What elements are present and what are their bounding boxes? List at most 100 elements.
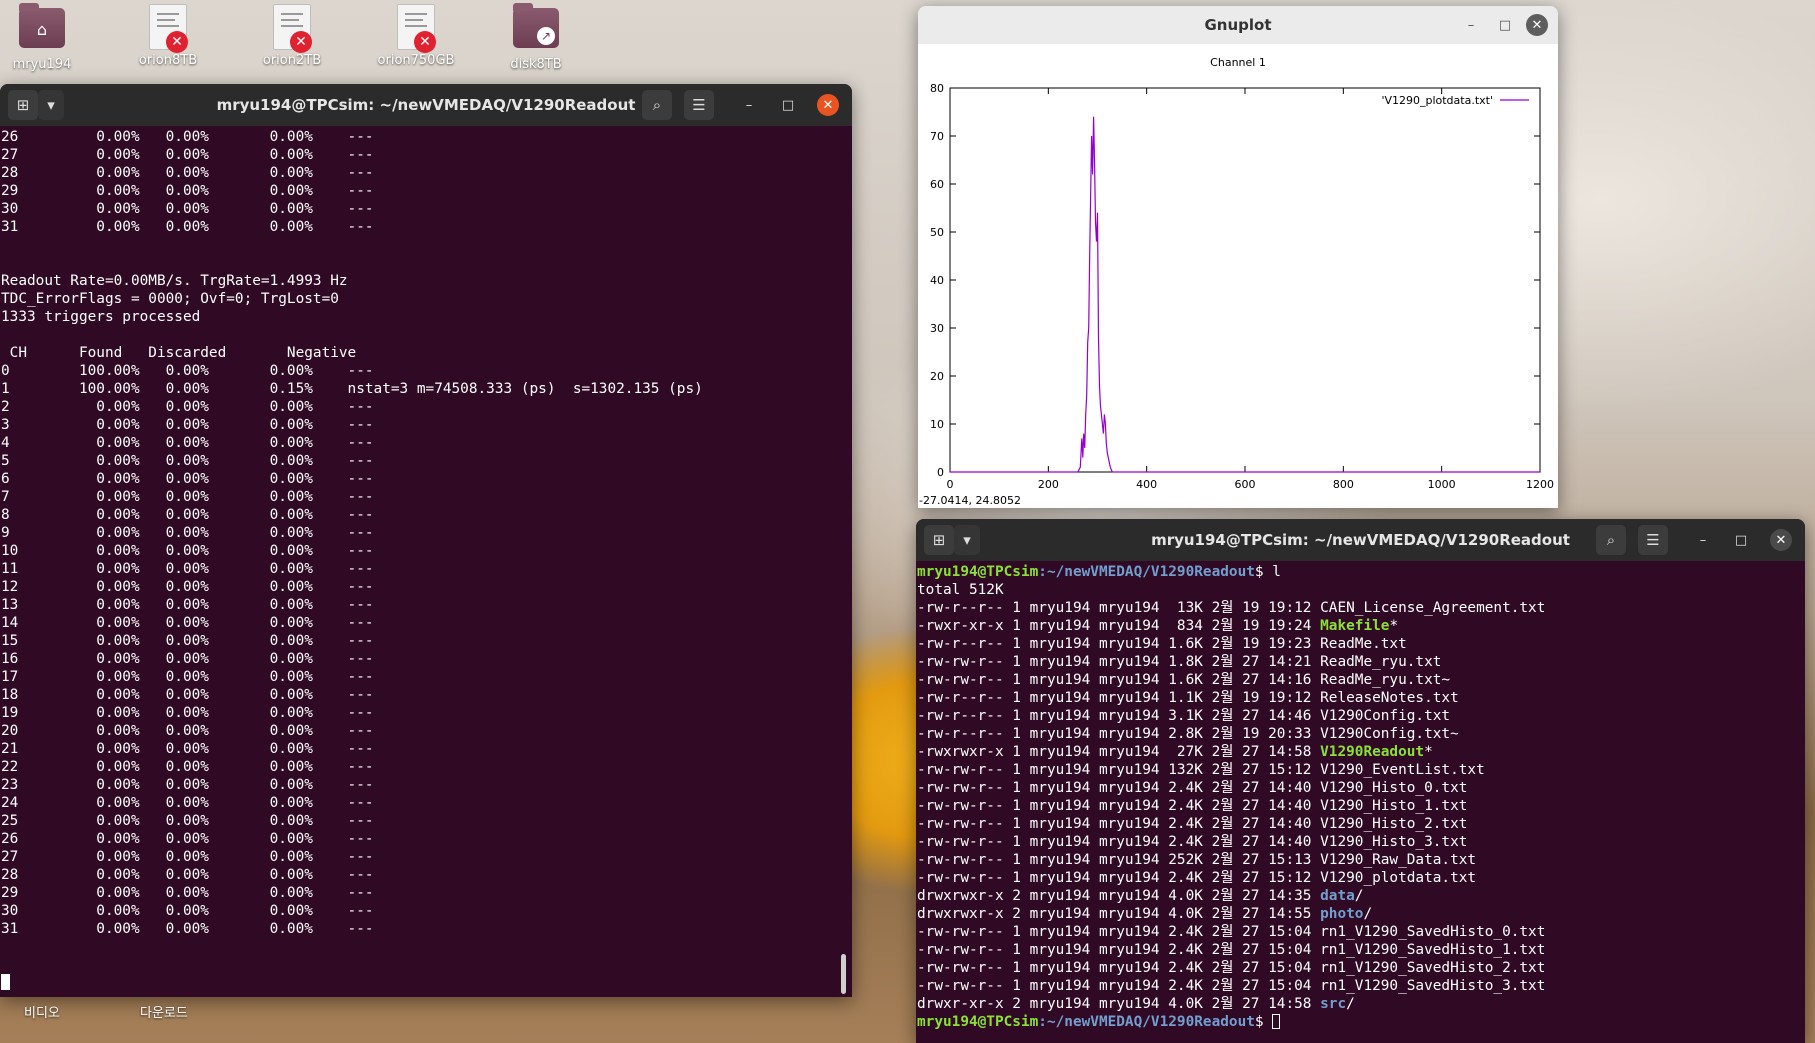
file-name[interactable]: ReleaseNotes.txt: [1320, 690, 1459, 706]
channel-row: 2 0.00% 0.00% 0.00% ---: [1, 399, 374, 415]
file-listing-row: drwxrwxr-x 2 mryu194 mryu194 4.0K 2월 27 …: [917, 888, 1364, 904]
maximize-icon[interactable]: □: [1494, 14, 1516, 36]
channel-row: 24 0.00% 0.00% 0.00% ---: [1, 795, 374, 811]
y-tick-label: 30: [930, 322, 944, 335]
channel-row: 29 0.00% 0.00% 0.00% ---: [1, 885, 374, 901]
file-listing-row: -rw-rw-r-- 1 mryu194 mryu194 1.8K 2월 27 …: [917, 654, 1442, 670]
x-tick-label: 600: [1235, 478, 1256, 491]
channel-row: 31 0.00% 0.00% 0.00% ---: [1, 219, 374, 235]
file-listing-row: -rw-r--r-- 1 mryu194 mryu194 3.1K 2월 27 …: [917, 708, 1451, 724]
series-line: [950, 116, 1540, 473]
terminal-titlebar[interactable]: ⊞ ▾ mryu194@TPCsim: ~/newVMEDAQ/V1290Rea…: [0, 84, 852, 126]
maximize-icon[interactable]: □: [777, 94, 799, 116]
x-tick-label: 1200: [1526, 478, 1554, 491]
desktop-icon[interactable]: ✕ orion750GB: [366, 4, 466, 68]
file-name[interactable]: rn1_V1290_SavedHisto_0.txt: [1320, 924, 1545, 940]
window-title: mryu194@TPCsim: ~/newVMEDAQ/V1290Readout: [216, 96, 636, 114]
new-tab-icon[interactable]: ⊞: [924, 525, 954, 555]
channel-row: 5 0.00% 0.00% 0.00% ---: [1, 453, 374, 469]
desktop-icon[interactable]: ✕ orion8TB: [118, 4, 218, 68]
close-icon[interactable]: ✕: [1526, 14, 1548, 36]
chevron-down-icon[interactable]: ▾: [954, 525, 980, 555]
desktop-icon[interactable]: ✕ orion2TB: [242, 4, 342, 68]
file-name[interactable]: V1290_Histo_2.txt: [1320, 816, 1467, 832]
x-tick-label: 1000: [1428, 478, 1456, 491]
terminal-titlebar[interactable]: ⊞ ▾ mryu194@TPCsim: ~/newVMEDAQ/V1290Rea…: [916, 519, 1805, 561]
close-icon[interactable]: ✕: [817, 94, 839, 116]
file-name[interactable]: src: [1320, 996, 1346, 1012]
desktop-icon[interactable]: ⌂ mryu194: [0, 3, 92, 72]
file-name[interactable]: ReadMe_ryu.txt~: [1320, 672, 1450, 688]
channel-row: 27 0.00% 0.00% 0.00% ---: [1, 147, 374, 163]
chevron-down-icon[interactable]: ▾: [38, 90, 64, 120]
file-name[interactable]: CAEN_License_Agreement.txt: [1320, 600, 1545, 616]
terminal-output[interactable]: 26 0.00% 0.00% 0.00% --- 27 0.00% 0.00% 0…: [0, 126, 852, 992]
file-listing-row: -rw-rw-r-- 1 mryu194 mryu194 2.4K 2월 27 …: [917, 816, 1468, 832]
file-name[interactable]: V1290_EventList.txt: [1320, 762, 1485, 778]
plot-canvas[interactable]: Channel 1 0 200 400 600 800 1000 1200 0 10 20 30 40…: [918, 44, 1558, 508]
channel-row: 28 0.00% 0.00% 0.00% ---: [1, 165, 374, 181]
channel-row: 28 0.00% 0.00% 0.00% ---: [1, 867, 374, 883]
file-name[interactable]: photo: [1320, 906, 1363, 922]
desktop-label-downloads[interactable]: 다운로드: [140, 1002, 188, 1021]
file-name[interactable]: ReadMe.txt: [1320, 636, 1407, 652]
close-icon[interactable]: ✕: [1770, 529, 1792, 551]
file-name[interactable]: V1290Config.txt~: [1320, 726, 1459, 742]
hamburger-menu-icon[interactable]: ☰: [1638, 525, 1668, 555]
channel-row: 4 0.00% 0.00% 0.00% ---: [1, 435, 374, 451]
channel-row: 22 0.00% 0.00% 0.00% ---: [1, 759, 374, 775]
scrollbar-thumb[interactable]: [841, 954, 846, 994]
terminal-window-left[interactable]: ⊞ ▾ mryu194@TPCsim: ~/newVMEDAQ/V1290Rea…: [0, 84, 852, 997]
search-icon[interactable]: ⌕: [1596, 525, 1626, 555]
table-header: CH Found Discarded Negative: [1, 345, 357, 361]
channel-row: 26 0.00% 0.00% 0.00% ---: [1, 129, 374, 145]
minimize-icon[interactable]: –: [1692, 529, 1714, 551]
x-tick-label: 400: [1136, 478, 1157, 491]
text-cursor: [1, 974, 10, 990]
gnuplot-titlebar[interactable]: Gnuplot – □ ✕: [918, 6, 1558, 44]
file-listing-row: -rwxr-xr-x 1 mryu194 mryu194 834 2월 19 1…: [917, 618, 1399, 634]
gnuplot-window[interactable]: Gnuplot – □ ✕ Channel 1 0 200 400 600 800 100…: [918, 6, 1558, 508]
file-listing-row: drwxrwxr-x 2 mryu194 mryu194 4.0K 2월 27 …: [917, 906, 1373, 922]
channel-row: 18 0.00% 0.00% 0.00% ---: [1, 687, 374, 703]
channel-row: 19 0.00% 0.00% 0.00% ---: [1, 705, 374, 721]
terminal-output[interactable]: mryu194@TPCsim:~/newVMEDAQ/V1290Readout$…: [916, 561, 1805, 1031]
maximize-icon[interactable]: □: [1730, 529, 1752, 551]
file-name[interactable]: V1290Readout: [1320, 744, 1424, 760]
file-name[interactable]: ReadMe_ryu.txt: [1320, 654, 1441, 670]
file-name[interactable]: Makefile: [1320, 618, 1389, 634]
channel-row: 7 0.00% 0.00% 0.00% ---: [1, 489, 374, 505]
minimize-icon[interactable]: –: [1460, 14, 1482, 36]
listing-total: total 512K: [917, 582, 1004, 598]
chart-title: Channel 1: [1210, 56, 1266, 69]
desktop-label-videos[interactable]: 비디오: [24, 1002, 60, 1021]
terminal-window-right[interactable]: ⊞ ▾ mryu194@TPCsim: ~/newVMEDAQ/V1290Rea…: [916, 519, 1805, 1043]
file-name[interactable]: V1290_Histo_3.txt: [1320, 834, 1467, 850]
file-name[interactable]: rn1_V1290_SavedHisto_2.txt: [1320, 960, 1545, 976]
y-tick-label: 40: [930, 274, 944, 287]
minimize-icon[interactable]: –: [738, 94, 760, 116]
channel-row: 9 0.00% 0.00% 0.00% ---: [1, 525, 374, 541]
file-listing-row: -rw-rw-r-- 1 mryu194 mryu194 2.4K 2월 27 …: [917, 942, 1546, 958]
file-name[interactable]: rn1_V1290_SavedHisto_3.txt: [1320, 978, 1545, 994]
file-name[interactable]: V1290_Histo_0.txt: [1320, 780, 1467, 796]
hamburger-menu-icon[interactable]: ☰: [684, 90, 714, 120]
file-listing-row: -rw-r--r-- 1 mryu194 mryu194 1.6K 2월 19 …: [917, 636, 1407, 652]
file-name[interactable]: rn1_V1290_SavedHisto_1.txt: [1320, 942, 1545, 958]
status-line: 1333 triggers processed: [1, 309, 201, 325]
search-icon[interactable]: ⌕: [642, 90, 672, 120]
file-listing-row: -rw-r--r-- 1 mryu194 mryu194 13K 2월 19 1…: [917, 600, 1546, 616]
file-name[interactable]: V1290Config.txt: [1320, 708, 1450, 724]
new-tab-icon[interactable]: ⊞: [8, 90, 38, 120]
channel-row: 13 0.00% 0.00% 0.00% ---: [1, 597, 374, 613]
channel-row: 3 0.00% 0.00% 0.00% ---: [1, 417, 374, 433]
window-title: mryu194@TPCsim: ~/newVMEDAQ/V1290Readout: [1151, 531, 1570, 549]
file-name[interactable]: data: [1320, 888, 1355, 904]
desktop-icon[interactable]: ↗ disk8TB: [486, 3, 586, 72]
file-listing-row: -rw-rw-r-- 1 mryu194 mryu194 2.4K 2월 27 …: [917, 798, 1468, 814]
file-name[interactable]: V1290_Histo_1.txt: [1320, 798, 1467, 814]
file-name[interactable]: V1290_Raw_Data.txt: [1320, 852, 1476, 868]
y-tick-label: 60: [930, 178, 944, 191]
folder-link-icon: ↗: [513, 3, 559, 48]
file-name[interactable]: V1290_plotdata.txt: [1320, 870, 1476, 886]
